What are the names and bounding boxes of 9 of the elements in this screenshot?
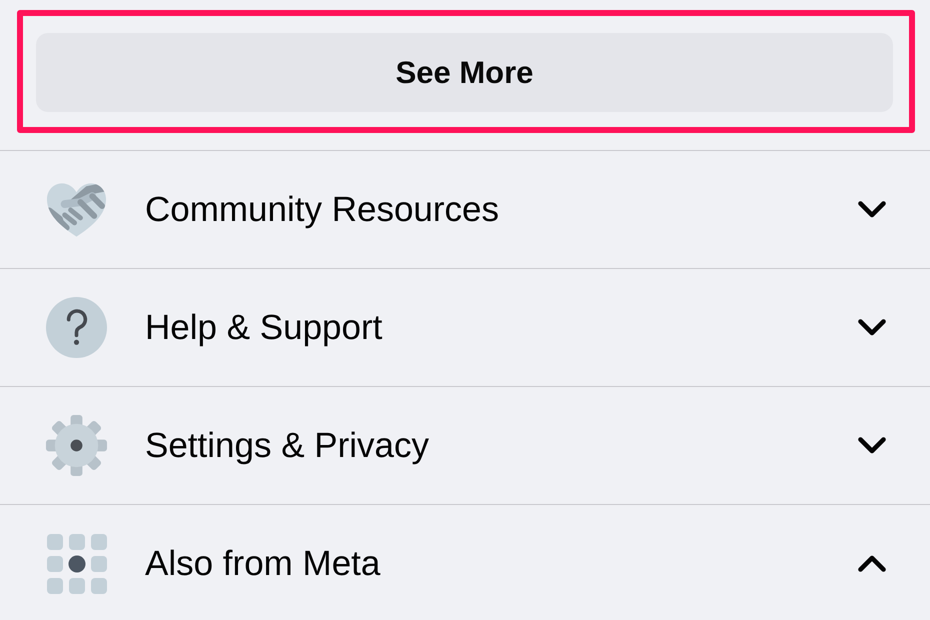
menu-section-item[interactable]: Help & Support: [0, 269, 930, 387]
menu-section-item[interactable]: Also from Meta: [0, 505, 930, 620]
apps-grid-icon: [46, 534, 106, 594]
menu-section-item[interactable]: Community Resources: [0, 151, 930, 269]
heart-handshake-icon: [45, 182, 108, 238]
see-more-button[interactable]: See More: [36, 33, 893, 112]
settings-icon: [45, 414, 108, 477]
menu-section-item[interactable]: Settings & Privacy: [0, 387, 930, 505]
help-icon: [45, 296, 108, 359]
